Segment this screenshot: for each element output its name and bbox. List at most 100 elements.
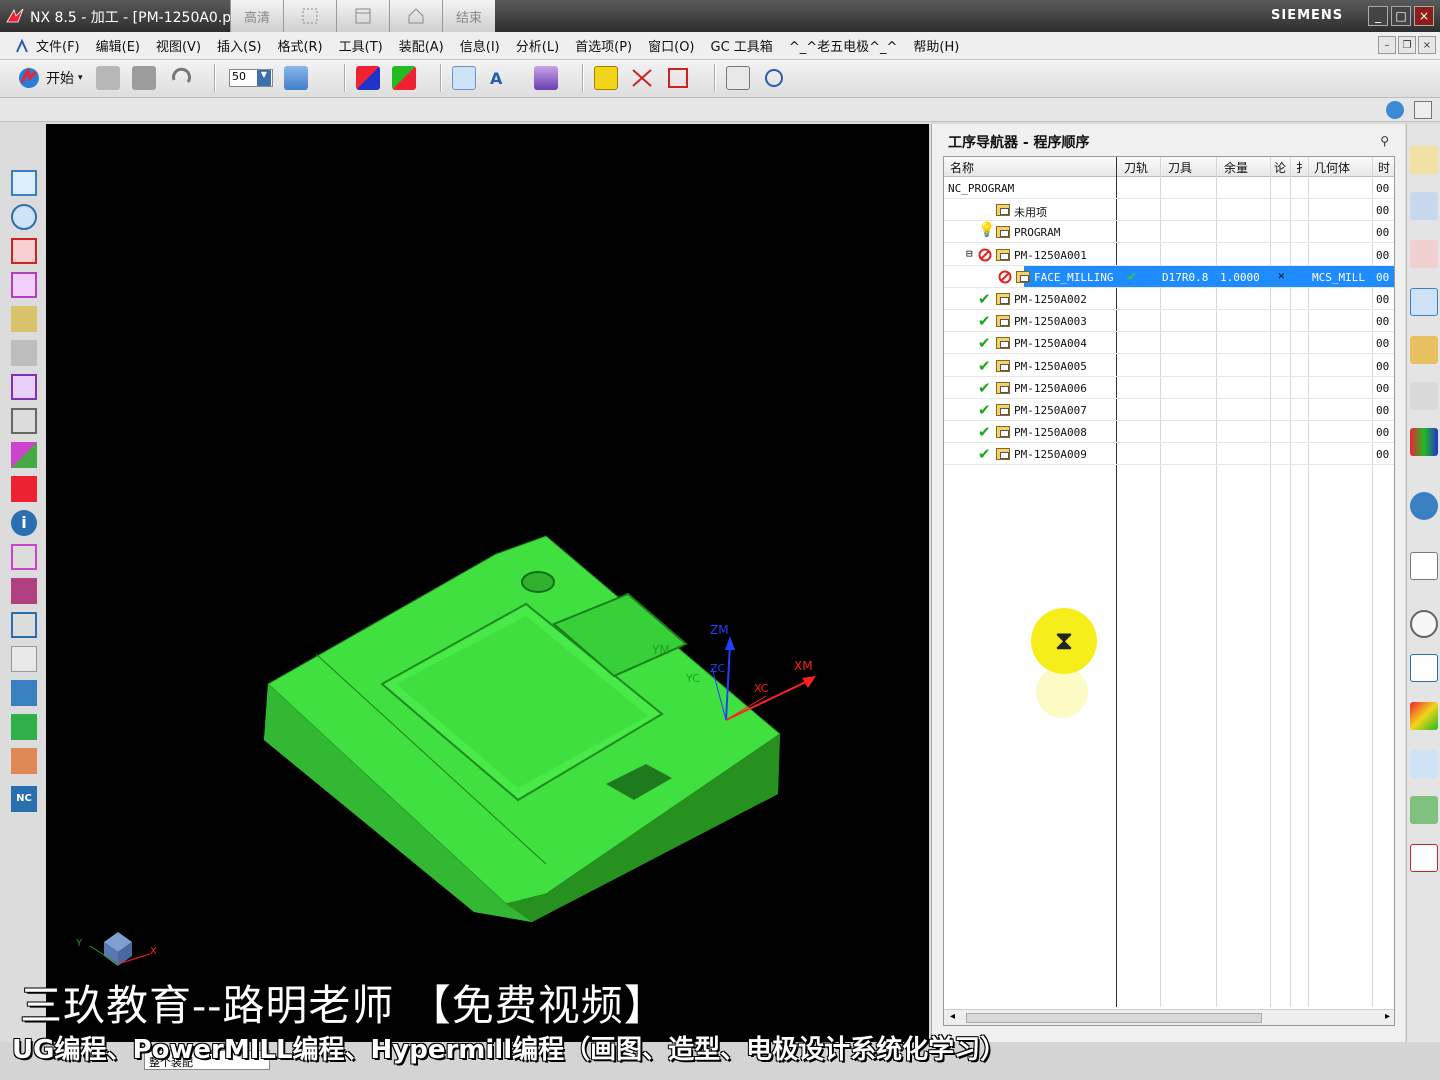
region-button[interactable] — [283, 0, 336, 32]
split-icon[interactable] — [11, 612, 37, 638]
col-name[interactable]: 名称 — [950, 159, 974, 176]
menu-format[interactable]: 格式(R) — [277, 36, 322, 55]
process-studio-icon[interactable] — [1410, 654, 1438, 682]
extrude-icon[interactable] — [11, 306, 37, 332]
info-icon[interactable]: i — [11, 510, 37, 536]
history-icon[interactable] — [1410, 610, 1438, 638]
col-5[interactable]: 论 — [1274, 159, 1286, 176]
reuse-library-icon[interactable] — [1410, 382, 1438, 410]
col-tool[interactable]: 刀具 — [1168, 159, 1192, 176]
mill-icon[interactable] — [11, 714, 37, 740]
cone-icon[interactable] — [11, 238, 37, 264]
table-row[interactable]: ✔ PM-1250A006 00 — [944, 377, 1394, 399]
fullscreen-icon[interactable] — [1414, 101, 1432, 119]
constraint-navigator-icon[interactable] — [1410, 192, 1438, 220]
menu-preferences[interactable]: 首选项(P) — [575, 36, 632, 55]
cylinder-icon[interactable] — [11, 204, 37, 230]
create-program-icon[interactable] — [356, 66, 380, 90]
shell-icon[interactable] — [11, 544, 37, 570]
table-row[interactable]: ✔ PM-1250A002 00 — [944, 288, 1394, 310]
menu-electrode[interactable]: ^_^老五电极^_^ — [789, 36, 898, 55]
boss-icon[interactable] — [11, 408, 37, 434]
menu-insert[interactable]: 插入(S) — [217, 36, 261, 55]
blend-icon[interactable] — [11, 442, 37, 468]
visualization-icon[interactable] — [1410, 702, 1438, 730]
col-6[interactable]: 扌 — [1296, 159, 1308, 176]
menu-gc-toolkit[interactable]: GC 工具箱 — [711, 36, 773, 55]
scroll-thumb[interactable] — [966, 1013, 1262, 1023]
manufacturing-wizard-icon[interactable] — [1410, 750, 1438, 778]
text-style-icon[interactable]: A — [488, 66, 512, 90]
table-row[interactable]: ✔ PM-1250A007 00 — [944, 399, 1394, 421]
undo-icon[interactable] — [170, 66, 194, 90]
assembly-navigator-icon[interactable] — [1410, 146, 1438, 174]
horizontal-scrollbar[interactable]: ◂ ▸ — [944, 1009, 1394, 1025]
loop-icon[interactable] — [762, 66, 786, 90]
menu-assemblies[interactable]: 装配(A) — [399, 36, 444, 55]
mesh-icon[interactable] — [11, 680, 37, 706]
start-button[interactable]: 开始 ▾ — [16, 64, 83, 92]
doc-restore-button[interactable]: ❐ — [1398, 36, 1416, 54]
layer-icon[interactable] — [284, 66, 308, 90]
table-row[interactable]: FACE_MILLING ✔ D17R0.8 1.0000 MCS_MILL 00 ✕ — [944, 265, 1394, 288]
zoom-select[interactable]: 50 ▼ — [229, 69, 273, 87]
trim-icon[interactable] — [11, 578, 37, 604]
operation-navigator-icon[interactable] — [1410, 288, 1438, 316]
table-row[interactable]: 💡 PROGRAM 00 — [944, 221, 1394, 244]
table-row[interactable]: ⊟ PM-1250A001 00 — [944, 244, 1394, 266]
block-icon[interactable] — [11, 170, 37, 196]
menu-information[interactable]: 信息(I) — [460, 36, 500, 55]
col-geometry[interactable]: 几何体 — [1314, 159, 1350, 176]
revolve-icon[interactable] — [11, 340, 37, 366]
table-row[interactable]: ✔ PM-1250A009 00 — [944, 443, 1394, 466]
brush-icon[interactable] — [594, 66, 618, 90]
transparent-icon[interactable] — [452, 66, 476, 90]
nc-icon[interactable]: NC — [11, 786, 37, 812]
list-icon[interactable] — [726, 66, 750, 90]
hole-icon[interactable] — [11, 374, 37, 400]
table-row[interactable]: ✔ PM-1250A003 00 — [944, 310, 1394, 333]
palette-icon[interactable] — [1410, 428, 1438, 456]
pin-icon[interactable]: ⚲ — [1380, 134, 1389, 148]
section-icon[interactable] — [666, 66, 690, 90]
menu-help[interactable]: 帮助(H) — [913, 36, 959, 55]
col-time[interactable]: 时 — [1378, 159, 1390, 176]
web-browser-icon[interactable] — [1410, 552, 1438, 580]
create-tool-icon[interactable] — [392, 66, 416, 90]
window-capture-button[interactable] — [336, 0, 389, 32]
col-stock[interactable]: 余量 — [1224, 159, 1248, 176]
chamfer-icon[interactable] — [11, 476, 37, 502]
sheet-icon[interactable] — [11, 646, 37, 672]
menu-tools[interactable]: 工具(T) — [339, 36, 383, 55]
col-toolpath[interactable]: 刀轨 — [1124, 159, 1148, 176]
expand-toggle-icon[interactable]: ⊟ — [966, 247, 973, 260]
table-row[interactable]: 未用项 00 — [944, 199, 1394, 222]
menu-window[interactable]: 窗口(O) — [648, 36, 694, 55]
globe-icon[interactable] — [1386, 101, 1404, 119]
doc-minimize-button[interactable]: – — [1378, 36, 1396, 54]
save-icon[interactable] — [132, 66, 156, 90]
table-row[interactable]: ✔ PM-1250A005 00 — [944, 355, 1394, 377]
minimize-button[interactable]: _ — [1368, 6, 1388, 26]
verify-icon[interactable] — [11, 748, 37, 774]
maximize-button[interactable]: □ — [1391, 6, 1411, 26]
table-row[interactable]: ✔ PM-1250A008 00 — [944, 421, 1394, 444]
menu-edit[interactable]: 编辑(E) — [96, 36, 140, 55]
open-icon[interactable] — [96, 66, 120, 90]
menu-view[interactable]: 视图(V) — [156, 36, 201, 55]
select-filter-icon[interactable] — [630, 66, 654, 90]
table-row[interactable]: NC_PROGRAM 00 — [944, 177, 1394, 199]
graphics-viewport[interactable]: ZM YM XM YC ZC XC Y X — [46, 124, 929, 1068]
system-materials-icon[interactable] — [1410, 844, 1438, 872]
shade-icon[interactable] — [534, 66, 558, 90]
end-button[interactable]: 结束 — [442, 0, 495, 32]
table-row[interactable]: ✔ PM-1250A004 00 — [944, 332, 1394, 355]
doc-close-button[interactable]: × — [1418, 36, 1436, 54]
close-button[interactable]: × — [1414, 6, 1434, 26]
hd-button[interactable]: 高清 — [230, 0, 283, 32]
roles-icon[interactable] — [1410, 796, 1438, 824]
help-info-icon[interactable] — [1410, 492, 1438, 520]
home-button[interactable] — [389, 0, 442, 32]
menu-file[interactable]: 文件(F) — [36, 36, 80, 55]
part-navigator-icon[interactable] — [1410, 240, 1438, 268]
